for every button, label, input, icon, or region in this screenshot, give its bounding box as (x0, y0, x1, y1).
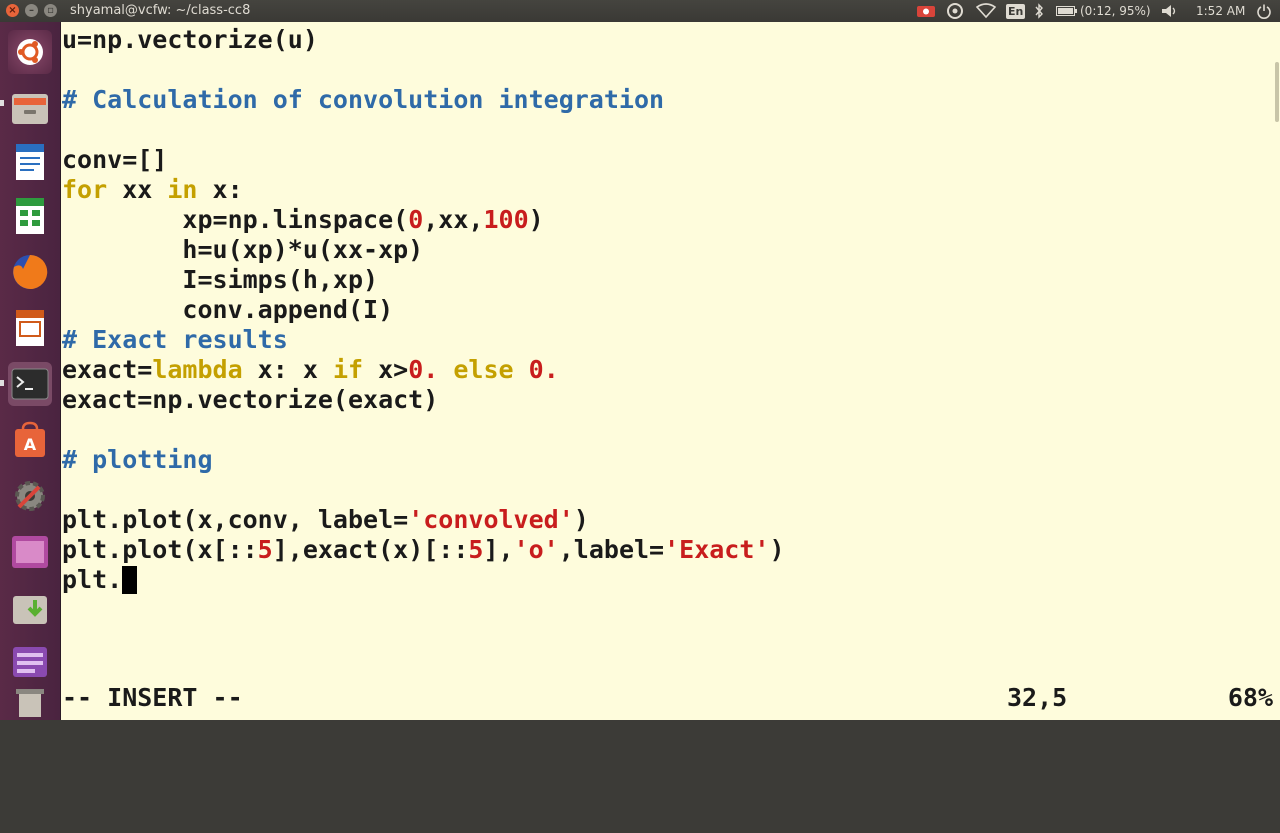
workspace-switcher-icon[interactable] (8, 530, 52, 574)
battery-status: (0:12, 95%) (1080, 4, 1151, 18)
trash-icon[interactable] (8, 686, 52, 718)
code-line: exact=lambda x: x if x>0. else 0. (62, 355, 559, 384)
calc-icon[interactable] (8, 194, 52, 238)
code-line: xp=np.linspace(0,xx,100) (62, 205, 544, 234)
battery-icon (1056, 6, 1077, 16)
battery-indicator[interactable]: (0:12, 95%) (1056, 2, 1151, 20)
impress-icon[interactable] (8, 306, 52, 350)
firefox-icon[interactable] (8, 250, 52, 294)
code-line: u=np.vectorize(u) (62, 25, 318, 54)
writer-icon[interactable] (8, 140, 52, 184)
code-line: conv.append(I) (62, 295, 394, 324)
downloads-folder-icon[interactable] (8, 586, 52, 630)
code-line: conv=[] (62, 145, 168, 174)
code-line: exact=np.vectorize(exact) (62, 385, 439, 414)
terminal-window[interactable]: u=np.vectorize(u) # Calculation of convo… (61, 22, 1280, 720)
bluetooth-icon[interactable] (1034, 2, 1044, 20)
code-line: h=u(xp)*u(xx-xp) (62, 235, 424, 264)
power-icon[interactable] (1256, 2, 1272, 20)
wifi-icon[interactable] (976, 2, 996, 20)
system-settings-icon[interactable] (8, 474, 52, 518)
code-line: # plotting (62, 445, 213, 474)
code-line: plt.plot(x[::5],exact(x)[::5],'o',label=… (62, 535, 785, 564)
code-line: plt. (62, 565, 138, 594)
window-controls: × – ▫ (6, 4, 57, 17)
recording-icon[interactable] (916, 2, 936, 20)
code-line: # Exact results (62, 325, 288, 354)
cursor-position: 32,5 (1007, 683, 1068, 712)
minimize-window-button[interactable]: – (25, 4, 38, 17)
code-line: for xx in x: (62, 175, 243, 204)
scrollbar-thumb[interactable] (1275, 62, 1279, 122)
running-indicator (0, 100, 4, 106)
volume-icon[interactable] (1160, 2, 1180, 20)
code-line: # Calculation of convolution integration (62, 85, 665, 114)
terminal-icon[interactable] (8, 362, 52, 406)
code-line: I=simps(h,xp) (62, 265, 379, 294)
scroll-percentage: 68% (1227, 683, 1273, 712)
terminal-scrollbar[interactable] (1274, 22, 1280, 720)
launcher: A (0, 22, 61, 720)
code-line: plt.plot(x,conv, label='convolved') (62, 505, 589, 534)
vim-editor-buffer[interactable]: u=np.vectorize(u) # Calculation of convo… (62, 25, 785, 595)
keyboard-layout-icon[interactable]: En (1006, 2, 1026, 20)
clock[interactable]: 1:52 AM (1196, 2, 1245, 20)
chromium-icon[interactable] (947, 2, 963, 20)
dash-home-icon[interactable] (8, 30, 52, 74)
text-cursor (122, 566, 138, 594)
top-panel: × – ▫ shyamal@vcfw: ~/class-cc8 En (0:12… (0, 0, 1280, 22)
window-title: shyamal@vcfw: ~/class-cc8 (70, 3, 251, 18)
software-center-icon[interactable]: A (8, 418, 52, 462)
svg-text:A: A (24, 435, 37, 454)
vim-mode-indicator: -- INSERT -- (62, 683, 243, 712)
keyboard-layout-label: En (1006, 3, 1026, 19)
active-indicator (0, 380, 4, 386)
maximize-window-button[interactable]: ▫ (44, 4, 57, 17)
close-window-button[interactable]: × (6, 4, 19, 17)
stacer-icon[interactable] (8, 640, 52, 684)
files-icon[interactable] (8, 86, 52, 130)
vim-status-line: -- INSERT -- 32,5 68% (62, 683, 1277, 713)
